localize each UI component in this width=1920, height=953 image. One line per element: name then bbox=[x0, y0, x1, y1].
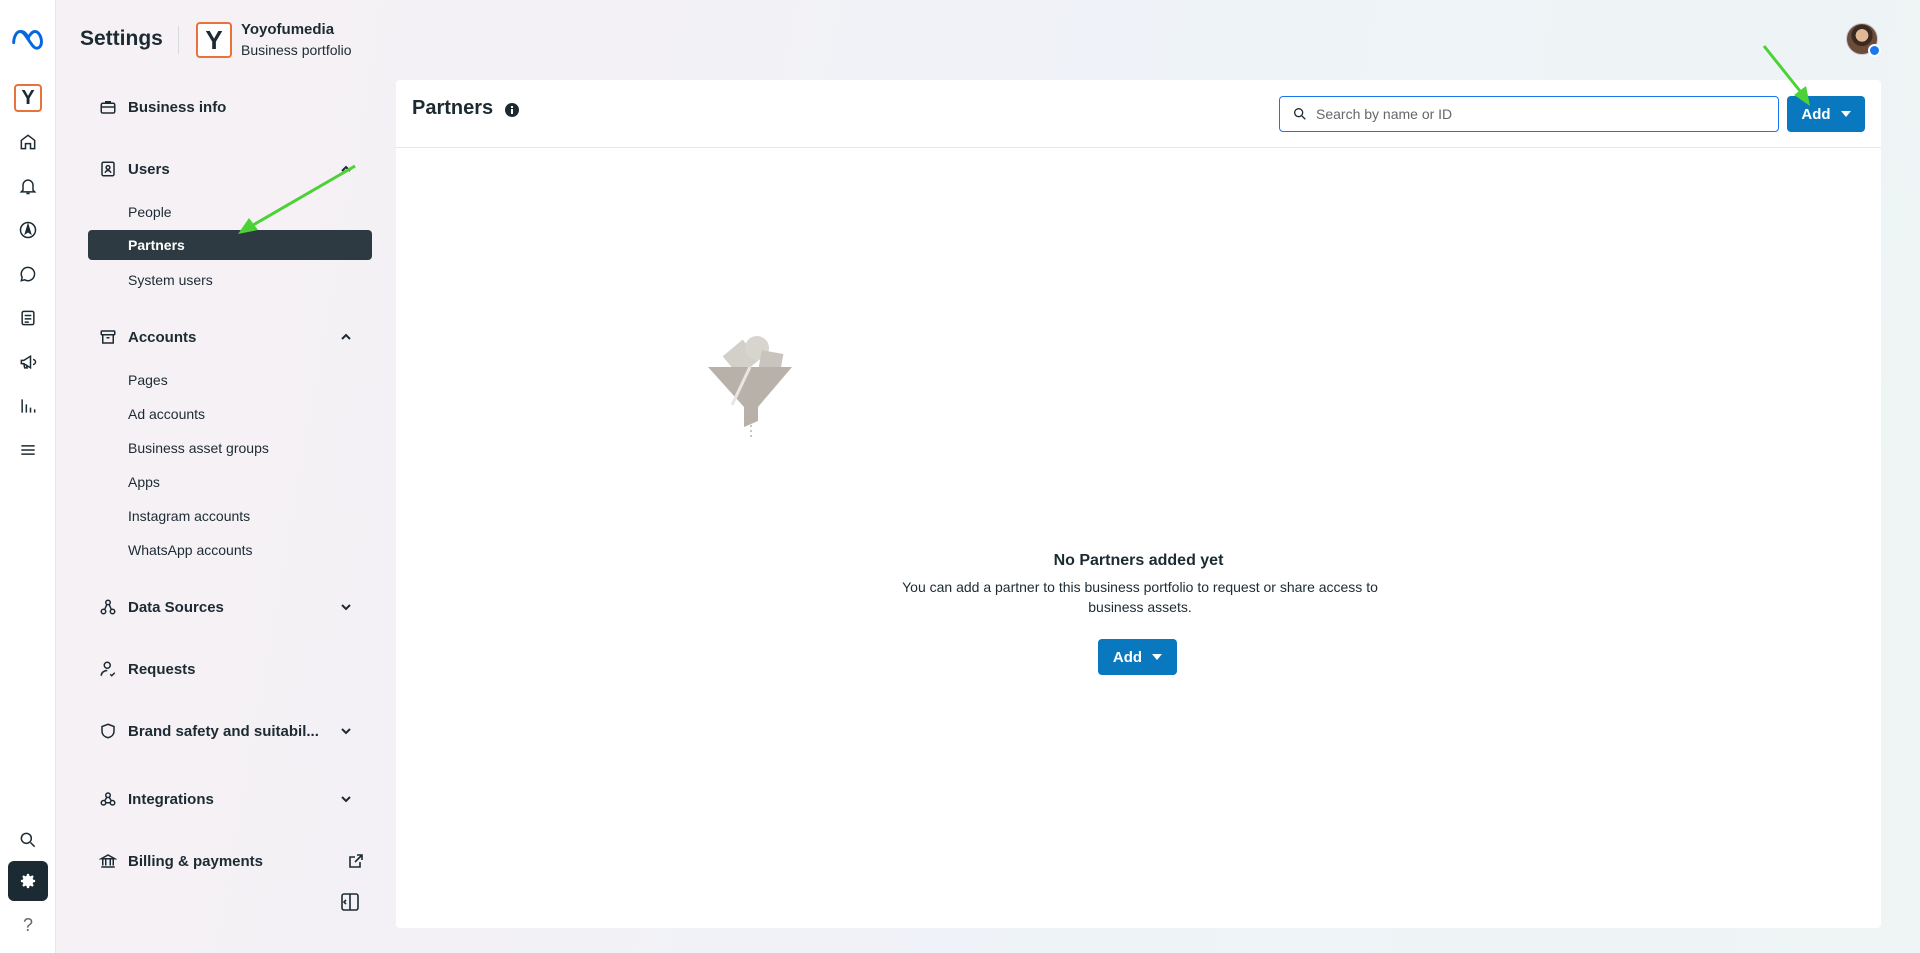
help-label: ? bbox=[22, 914, 33, 935]
external-link-icon bbox=[349, 854, 363, 868]
shield-icon bbox=[98, 721, 118, 741]
add-empty-button-label: Add bbox=[1112, 648, 1143, 666]
chevron-down-icon[interactable] bbox=[338, 791, 354, 807]
nav-item-instagram-accounts[interactable]: Instagram accounts bbox=[88, 501, 372, 531]
nav-item-whatsapp-accounts[interactable]: WhatsApp accounts bbox=[88, 535, 372, 565]
nav-requests[interactable]: Requests bbox=[88, 651, 372, 687]
nav-data-sources[interactable]: Data Sources bbox=[88, 589, 372, 625]
add-partner-button[interactable]: Add bbox=[1787, 96, 1865, 132]
funnel-illustration-icon bbox=[708, 336, 792, 437]
search-icon[interactable] bbox=[8, 820, 48, 860]
search-box[interactable] bbox=[1279, 96, 1779, 132]
caret-down-icon bbox=[1840, 111, 1851, 117]
nav-billing-label: Billing & payments bbox=[128, 852, 264, 870]
portfolio-logo[interactable]: Y bbox=[196, 22, 232, 58]
nav-accounts[interactable]: Accounts bbox=[88, 319, 372, 355]
caret-down-icon bbox=[1152, 654, 1163, 660]
chat-icon[interactable] bbox=[8, 254, 48, 294]
person-request-icon bbox=[98, 659, 118, 679]
search-icon bbox=[1294, 108, 1306, 120]
nav-accounts-label: Accounts bbox=[128, 328, 197, 346]
collapse-sidebar-icon[interactable] bbox=[340, 892, 360, 912]
compass-icon[interactable] bbox=[8, 210, 48, 250]
facebook-badge-icon bbox=[1868, 44, 1881, 57]
nav-users-label: Users bbox=[128, 160, 170, 178]
info-icon[interactable] bbox=[504, 102, 520, 118]
nav-item-system-users[interactable]: System users bbox=[88, 265, 372, 295]
pages-icon[interactable] bbox=[8, 298, 48, 338]
portfolio-logo-initial: Y bbox=[205, 24, 223, 55]
empty-state-title: No Partners added yet bbox=[1053, 552, 1224, 569]
bank-icon bbox=[98, 851, 118, 871]
nav-brand-safety[interactable]: Brand safety and suitabil... bbox=[88, 713, 372, 749]
nav-billing[interactable]: Billing & payments bbox=[88, 843, 372, 879]
gear-icon[interactable] bbox=[8, 861, 48, 901]
bell-icon[interactable] bbox=[8, 166, 48, 206]
chevron-up-icon[interactable] bbox=[338, 161, 354, 177]
page-title: Partners bbox=[412, 97, 494, 119]
nav-business-info[interactable]: Business info bbox=[88, 89, 372, 125]
add-partner-empty-button[interactable]: Add bbox=[1098, 639, 1177, 675]
chevron-down-icon[interactable] bbox=[338, 599, 354, 615]
panel-header: Partners Add bbox=[396, 80, 1881, 148]
left-rail: Y ? bbox=[0, 0, 56, 953]
nav-data-sources-label: Data Sources bbox=[128, 598, 224, 616]
help-icon[interactable]: ? bbox=[8, 905, 48, 945]
portfolio-type: Business portfolio bbox=[241, 42, 352, 58]
chart-icon[interactable] bbox=[8, 386, 48, 426]
nav-integrations[interactable]: Integrations bbox=[88, 781, 372, 817]
data-sources-icon bbox=[98, 597, 118, 617]
add-button-label: Add bbox=[1801, 105, 1831, 123]
nav-requests-label: Requests bbox=[128, 660, 196, 678]
chevron-down-icon[interactable] bbox=[338, 723, 354, 739]
archive-icon bbox=[98, 327, 118, 347]
partners-panel: Partners Add bbox=[396, 80, 1881, 928]
portfolio-initial: Y bbox=[21, 86, 35, 109]
nav-users[interactable]: Users bbox=[88, 151, 372, 187]
search-input[interactable] bbox=[1316, 106, 1756, 122]
integrations-icon bbox=[98, 789, 118, 809]
menu-icon[interactable] bbox=[8, 430, 48, 470]
nav-item-pages[interactable]: Pages bbox=[88, 365, 372, 395]
briefcase-icon bbox=[98, 97, 118, 117]
home-icon[interactable] bbox=[8, 122, 48, 162]
portfolio-name[interactable]: Yoyofumedia bbox=[241, 21, 334, 38]
meta-logo-icon[interactable] bbox=[10, 24, 47, 52]
nav-item-ad-accounts[interactable]: Ad accounts bbox=[88, 399, 372, 429]
nav-item-apps[interactable]: Apps bbox=[88, 467, 372, 497]
nav-brand-safety-label: Brand safety and suitabil... bbox=[128, 722, 319, 740]
page-app-title: Settings bbox=[80, 27, 163, 50]
nav-integrations-label: Integrations bbox=[128, 790, 214, 808]
nav-item-partners[interactable]: Partners bbox=[88, 230, 372, 260]
title-divider bbox=[178, 26, 179, 54]
empty-state-description: You can add a partner to this business p… bbox=[902, 579, 1378, 615]
portfolio-switcher[interactable]: Y bbox=[14, 84, 42, 112]
nav-item-people[interactable]: People bbox=[88, 197, 372, 227]
user-badge-icon bbox=[98, 159, 118, 179]
nav-business-info-label: Business info bbox=[128, 98, 227, 116]
chevron-up-icon[interactable] bbox=[338, 329, 354, 345]
megaphone-icon[interactable] bbox=[8, 342, 48, 382]
nav-item-business-asset-groups[interactable]: Business asset groups bbox=[88, 433, 372, 463]
